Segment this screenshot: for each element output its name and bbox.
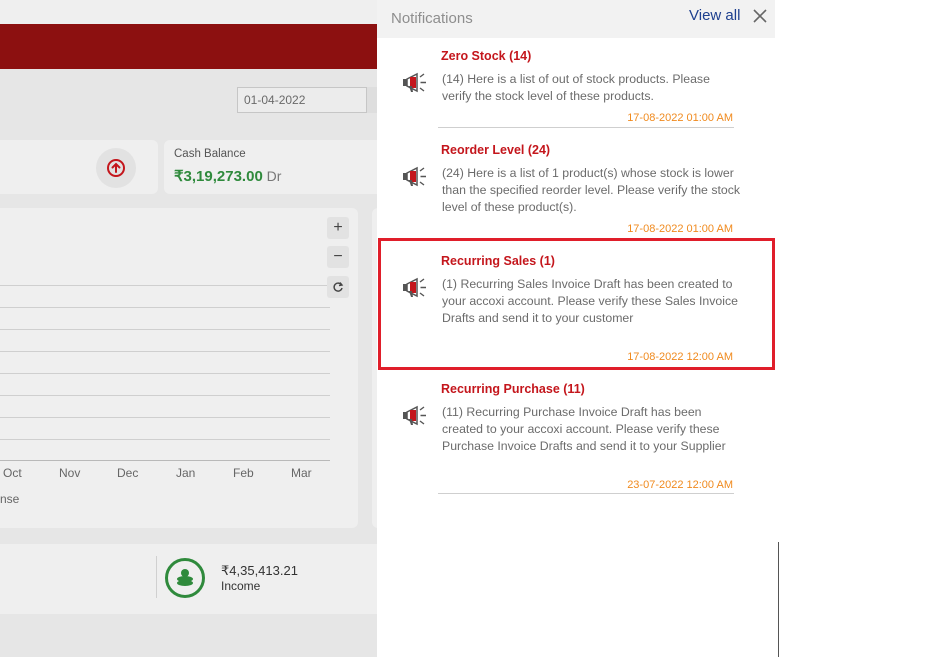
notification-timestamp: 17-08-2022 01:00 AM (627, 223, 733, 235)
close-icon[interactable] (752, 8, 768, 24)
refresh-button[interactable] (327, 276, 349, 298)
notification-body: (24) Here is a list of 1 product(s) whos… (442, 166, 741, 214)
separator (438, 127, 734, 128)
zoom-in-button[interactable]: + (327, 217, 349, 239)
month-label: Jan (176, 466, 196, 480)
coins-icon (165, 558, 205, 598)
chart-gridline (0, 307, 330, 308)
notification-item-reorder-level[interactable]: Reorder Level (24) (24) Here is a list o… (377, 143, 775, 238)
notification-title[interactable]: Recurring Purchase (11) (441, 382, 585, 396)
cash-balance-label: Cash Balance (174, 148, 246, 160)
notification-title[interactable]: Zero Stock (14) (441, 49, 531, 63)
chart-gridline (0, 373, 330, 374)
notification-title[interactable]: Reorder Level (24) (441, 143, 550, 157)
megaphone-icon (403, 405, 426, 426)
dashboard-background: 01-04-2022 Cash Balance ₹3,19,273.00 Dr … (0, 0, 377, 657)
notification-timestamp: 17-08-2022 01:00 AM (627, 112, 733, 124)
top-bar (0, 0, 377, 24)
megaphone-icon (403, 277, 426, 298)
income-value: ₹4,35,413.21 (221, 563, 298, 578)
notification-item-recurring-sales[interactable]: Recurring Sales (1) (1) Recurring Sales … (377, 254, 775, 366)
chart-gridline (0, 285, 330, 286)
month-label: Feb (233, 466, 254, 480)
month-label: Mar (291, 466, 312, 480)
view-all-link[interactable]: View all (689, 7, 740, 24)
cash-balance-card: Cash Balance ₹3,19,273.00 Dr (164, 140, 377, 194)
date-dropdown-button[interactable] (366, 87, 377, 113)
notification-body: (11) Recurring Purchase Invoice Draft ha… (442, 405, 726, 453)
notification-timestamp: 23-07-2022 12:00 AM (627, 479, 733, 491)
chart-card (0, 208, 358, 528)
legend-label: nse (0, 492, 20, 506)
chart-gridline (0, 395, 330, 396)
arrow-up-circle-icon (96, 148, 136, 188)
cash-balance-value: ₹3,19,273.00 Dr (174, 167, 281, 185)
chart-gridline (0, 439, 330, 440)
chart-gridline (0, 417, 330, 418)
chart-gridline (0, 329, 330, 330)
notification-timestamp: 17-08-2022 12:00 AM (627, 351, 733, 363)
notification-body: (1) Recurring Sales Invoice Draft has be… (442, 277, 738, 325)
divider (156, 556, 157, 598)
chart-axis (0, 460, 330, 461)
notification-item-zero-stock[interactable]: Zero Stock (14) (14) Here is a list of o… (377, 49, 775, 129)
month-label: Nov (59, 466, 81, 480)
separator (438, 493, 734, 494)
zoom-out-button[interactable]: − (327, 246, 349, 268)
notification-item-recurring-purchase[interactable]: Recurring Purchase (11) (11) Recurring P… (377, 382, 775, 494)
header-bar (0, 24, 377, 69)
date-field[interactable]: 01-04-2022 (237, 87, 377, 113)
divider-line (778, 542, 779, 657)
notification-body: (14) Here is a list of out of stock prod… (442, 72, 710, 103)
cash-balance-amount: ₹3,19,273.00 (174, 168, 263, 185)
notifications-panel: Notifications View all Zero Stock (14) (… (377, 0, 775, 657)
megaphone-icon (403, 166, 426, 187)
panel-title: Notifications (391, 10, 473, 27)
income-label: Income (221, 579, 261, 593)
chart-gridline (0, 351, 330, 352)
panel-header: Notifications View all (377, 0, 775, 38)
month-label: Dec (117, 466, 139, 480)
refresh-icon (333, 282, 344, 292)
notification-title[interactable]: Recurring Sales (1) (441, 254, 555, 268)
cash-balance-suffix: Dr (262, 168, 282, 184)
screen: 01-04-2022 Cash Balance ₹3,19,273.00 Dr … (0, 0, 950, 657)
megaphone-icon (403, 72, 426, 93)
month-label: Oct (3, 466, 22, 480)
